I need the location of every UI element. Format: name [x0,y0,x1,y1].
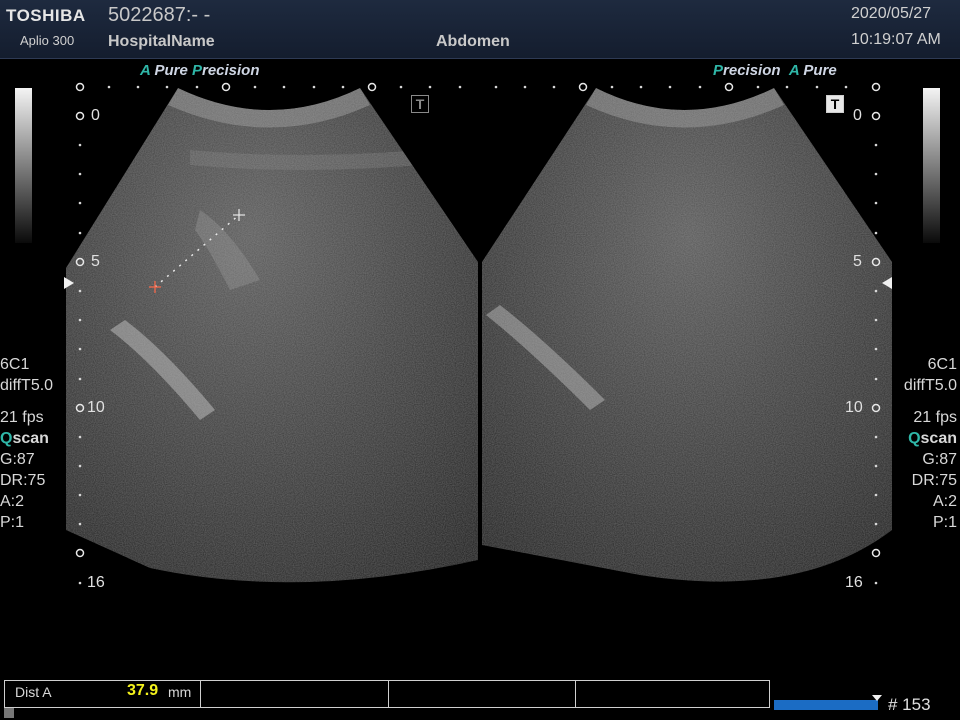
right-imaging-params: 6C1 diffT5.0 21 fps Qscan G:87 DR:75 A:2… [904,354,957,533]
left-depth-16: 16 [87,574,105,591]
dynamic-range-value: DR:75 [911,472,957,489]
left-depth-10: 10 [87,399,105,416]
exam-preset: Abdomen [436,33,510,50]
qscan-label: Qscan [0,428,53,449]
right-ultrasound-image [482,88,892,582]
right-depth-16: 16 [845,574,863,591]
right-grayscale-bar [923,88,940,243]
cine-progress-bar[interactable] [774,700,878,710]
measurement-cell-empty [201,681,389,707]
precision-p: P [191,62,202,79]
measurement-cell-empty [389,681,576,707]
left-grayscale-bar [15,88,32,243]
exam-date: 2020/05/27 [851,5,932,22]
qscan-label: Qscan [904,428,957,449]
left-depth-0: 0 [91,107,100,124]
measurement-unit: mm [168,684,192,700]
measurement-cell-empty [576,681,769,707]
apure-a: A [140,62,151,79]
left-ultrasound-image [66,88,478,583]
device-model: Aplio 300 [20,33,75,48]
harmonic-mode: diffT5.0 [0,377,54,394]
left-depth-5: 5 [91,253,100,270]
left-imaging-params: 6C1 diffT5.0 21 fps Qscan G:87 DR:75 A:2… [0,354,53,533]
corner-indicator [4,708,14,718]
p-value: P:1 [0,514,25,531]
precision-rest: recision [723,62,781,79]
left-t-marker-icon[interactable]: T [411,95,429,113]
precision-rest: recision [201,62,260,79]
qscan-rest: scan [12,430,49,447]
a-value: A:2 [932,493,957,510]
measurement-label: Dist A [15,684,52,700]
cine-position-marker-icon[interactable] [872,695,882,701]
frame-number: # 153 [888,695,931,714]
frame-rate: 21 fps [0,409,44,426]
left-focus-marker-icon[interactable] [64,277,74,289]
right-depth-10: 10 [845,399,863,416]
measurement-cell-dist-a[interactable]: Dist A 37.9 mm [5,681,202,707]
apure-a: A [788,62,800,79]
patient-id: 5022687:- - [108,4,211,26]
frame-rate: 21 fps [913,409,957,426]
header-bar: TOSHIBA Aplio 300 5022687:- - HospitalNa… [0,0,960,59]
p-value: P:1 [932,514,957,531]
gain-value: G:87 [922,451,957,468]
right-focus-marker-icon[interactable] [882,277,892,289]
apure-pure: Pure [150,62,188,79]
right-t-marker-icon[interactable]: T [826,95,844,113]
probe-name: 6C1 [0,356,30,373]
exam-time: 10:19:07 AM [851,31,941,48]
right-mode-label: Precision A Pure [713,62,837,79]
precision-p: P [713,62,724,79]
qscan-q: Q [908,430,921,447]
hospital-name: HospitalName [108,33,215,50]
dynamic-range-value: DR:75 [0,472,46,489]
right-depth-5: 5 [853,253,862,270]
qscan-q: Q [0,430,13,447]
a-value: A:2 [0,493,25,510]
top-scale-dots [107,85,848,89]
qscan-rest: scan [920,430,957,447]
harmonic-mode: diffT5.0 [903,377,957,394]
apure-pure: Pure [799,62,837,79]
gain-value: G:87 [0,451,35,468]
left-mode-label: A Pure Precision [140,62,260,79]
measurement-bar: Dist A 37.9 mm [4,680,770,708]
brand-logo: TOSHIBA [6,6,86,25]
ultrasound-images [66,82,892,585]
measurement-value: 37.9 [127,682,159,699]
probe-name: 6C1 [927,356,957,373]
right-depth-0: 0 [853,107,862,124]
